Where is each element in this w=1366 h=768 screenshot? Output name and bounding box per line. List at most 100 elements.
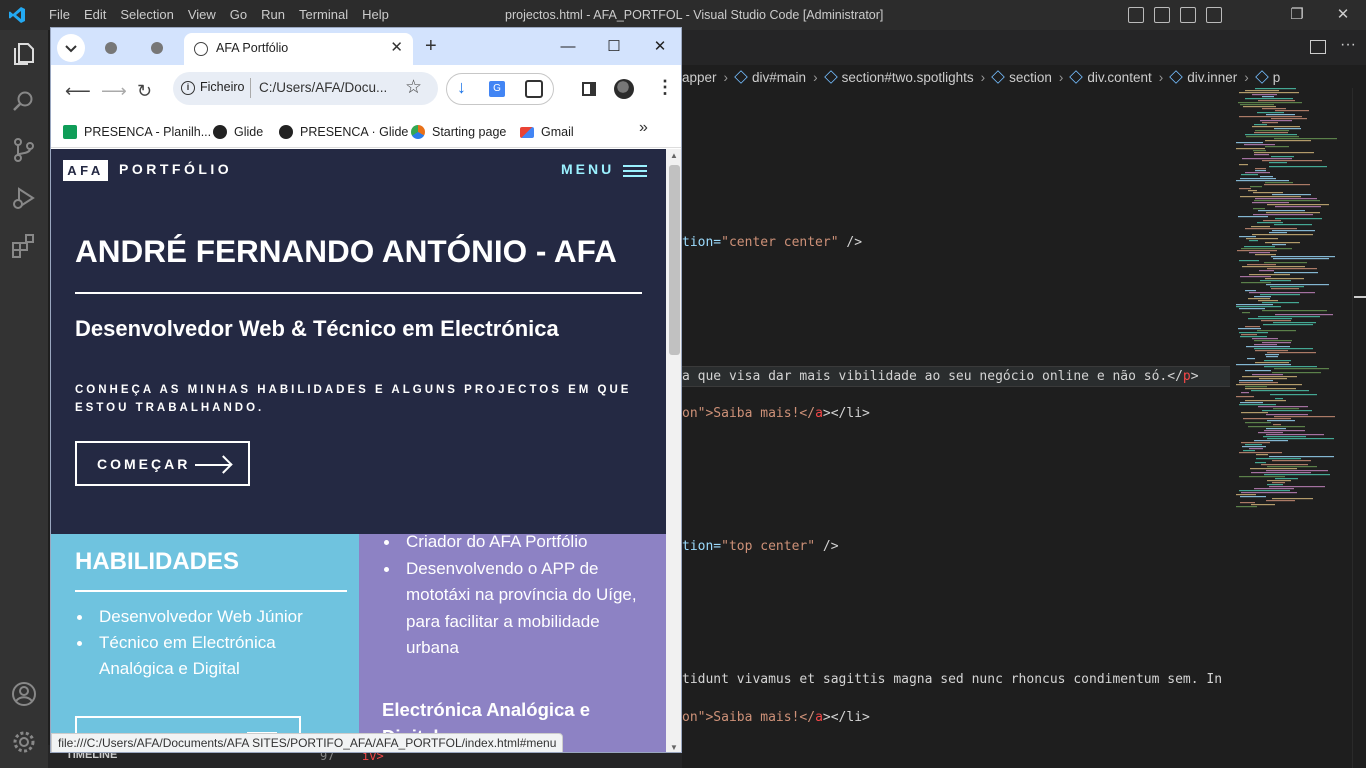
breadcrumb-item[interactable]: div.content xyxy=(1069,70,1152,85)
minimap-line xyxy=(1271,256,1335,258)
bookmark-item[interactable]: Gmail xyxy=(520,125,574,139)
minimap-line xyxy=(1273,408,1299,410)
minimap-line xyxy=(1252,202,1289,204)
hero-text: CONHEÇA AS MINHAS HABILIDADES E ALGUNS P… xyxy=(75,384,632,414)
minimap-line xyxy=(1272,244,1286,246)
start-button[interactable]: COMEÇAR xyxy=(75,441,250,486)
hero-banner: AFA PORTFÓLIO MENU ANDRÉ FERNANDO ANTÓNI… xyxy=(51,149,666,534)
breadcrumb-item[interactable]: p xyxy=(1254,70,1280,85)
minimap-line xyxy=(1244,144,1275,146)
hamburger-menu-icon[interactable] xyxy=(623,165,647,177)
explorer-icon[interactable] xyxy=(10,40,38,68)
minimap-line xyxy=(1239,490,1290,492)
menu-view[interactable]: View xyxy=(181,0,223,30)
account-icon[interactable] xyxy=(10,680,38,708)
active-tab[interactable]: AFA Portfólio ✕ xyxy=(184,33,413,65)
code-editor[interactable]: tion="center center" /> a que visa dar m… xyxy=(682,88,1230,768)
minimap-line xyxy=(1243,450,1255,452)
bookmark-item[interactable]: PRESENCA - Planilh... xyxy=(63,125,211,139)
search-icon[interactable] xyxy=(10,88,38,116)
minimap-line xyxy=(1265,354,1279,356)
toggle-sidebar-icon[interactable] xyxy=(1128,7,1144,23)
reload-icon[interactable]: ↻ xyxy=(137,81,152,102)
close-window-icon[interactable]: ✕ xyxy=(637,28,681,65)
tab-search-button[interactable] xyxy=(57,34,85,62)
minimap-line xyxy=(1255,462,1266,464)
minimap-line xyxy=(1272,482,1285,484)
minimap-line xyxy=(1253,214,1313,216)
minimap-line xyxy=(1270,286,1304,288)
toggle-secondary-sidebar-icon[interactable] xyxy=(1180,7,1196,23)
more-menu-icon[interactable]: ⋮ xyxy=(656,77,674,98)
minimap-line xyxy=(1253,192,1283,194)
restore-icon[interactable]: ❐ xyxy=(1274,0,1320,30)
bookmark-star-icon[interactable]: ☆ xyxy=(405,76,422,99)
profile-avatar[interactable] xyxy=(614,79,634,99)
gmail-icon xyxy=(520,126,534,138)
side-panel-icon[interactable] xyxy=(582,82,596,96)
scroll-up-icon[interactable]: ▲ xyxy=(670,151,678,160)
menu-edit[interactable]: Edit xyxy=(77,0,113,30)
link-status-bubble: file:///C:/Users/AFA/Documents/AFA SITES… xyxy=(51,733,564,752)
extensions-puzzle-icon[interactable] xyxy=(525,80,543,98)
extensions-icon[interactable] xyxy=(10,232,38,260)
bookmark-item[interactable]: Starting page xyxy=(411,125,506,139)
minimap-line xyxy=(1252,94,1277,96)
bookmark-item[interactable]: Glide xyxy=(213,125,263,139)
menu-button-label[interactable]: MENU xyxy=(561,161,614,177)
page-scrollbar[interactable]: ▲ ▼ xyxy=(666,149,681,752)
menu-terminal[interactable]: Terminal xyxy=(292,0,355,30)
site-logo-text[interactable]: PORTFÓLIO xyxy=(119,161,232,177)
customize-layout-icon[interactable] xyxy=(1206,7,1222,23)
more-actions-icon[interactable]: ··· xyxy=(1340,36,1356,54)
scrollbar-thumb[interactable] xyxy=(669,165,680,355)
editor-scrollbar[interactable] xyxy=(1352,88,1366,768)
menu-help[interactable]: Help xyxy=(355,0,396,30)
back-arrow-icon[interactable]: ⟵ xyxy=(65,81,91,102)
minimap-line xyxy=(1252,374,1283,376)
breadcrumb-item[interactable]: section xyxy=(991,70,1052,85)
close-tab-icon[interactable]: ✕ xyxy=(390,38,403,56)
run-debug-icon[interactable] xyxy=(10,184,38,212)
toggle-panel-icon[interactable] xyxy=(1154,7,1170,23)
close-icon[interactable]: ✕ xyxy=(1320,0,1366,30)
site-info-icon[interactable]: i xyxy=(181,81,195,95)
minimap-line xyxy=(1238,216,1268,218)
breadcrumb: apper › div#main › section#two.spotlights ›… xyxy=(682,69,1281,85)
translate-icon[interactable]: G xyxy=(489,81,505,97)
breadcrumb-item[interactable]: section#two.spotlights xyxy=(823,70,974,85)
download-icon[interactable]: ↓ xyxy=(457,77,466,98)
address-bar[interactable]: i Ficheiro C:/Users/AFA/Docu... ☆ xyxy=(173,72,438,105)
minimap-line xyxy=(1241,442,1270,444)
minimap-line xyxy=(1246,136,1299,138)
menu-file[interactable]: File xyxy=(42,0,77,30)
inactive-tab[interactable] xyxy=(97,34,125,62)
menu-run[interactable]: Run xyxy=(254,0,292,30)
minimap[interactable] xyxy=(1232,88,1352,518)
address-url[interactable]: C:/Users/AFA/Docu... xyxy=(259,80,387,95)
more-bookmarks-icon[interactable]: » xyxy=(639,119,648,137)
breadcrumb-item[interactable]: apper xyxy=(682,70,717,85)
maximize-icon[interactable]: ☐ xyxy=(591,28,637,65)
minimap-line xyxy=(1267,480,1291,482)
minimap-line xyxy=(1251,226,1270,228)
inactive-tab[interactable] xyxy=(143,34,171,62)
bookmark-item[interactable]: PRESENCA · Glide xyxy=(279,125,408,139)
minimap-line xyxy=(1240,276,1271,278)
minimap-line xyxy=(1245,228,1297,230)
source-control-icon[interactable] xyxy=(10,136,38,164)
menu-selection[interactable]: Selection xyxy=(113,0,180,30)
minimap-line xyxy=(1245,134,1297,136)
settings-gear-icon[interactable] xyxy=(10,728,38,756)
breadcrumb-item[interactable]: div.inner xyxy=(1169,70,1237,85)
minimize-icon[interactable]: — xyxy=(545,28,591,65)
menu-go[interactable]: Go xyxy=(223,0,254,30)
split-editor-icon[interactable] xyxy=(1310,40,1326,54)
minimap-line xyxy=(1240,502,1255,504)
new-tab-button[interactable]: + xyxy=(425,35,437,58)
forward-arrow-icon[interactable]: ⟶ xyxy=(101,81,127,102)
site-logo-box[interactable]: AFA xyxy=(63,160,108,181)
minimap-line xyxy=(1245,98,1293,100)
scroll-down-icon[interactable]: ▼ xyxy=(670,743,678,752)
breadcrumb-item[interactable]: div#main xyxy=(734,70,806,85)
